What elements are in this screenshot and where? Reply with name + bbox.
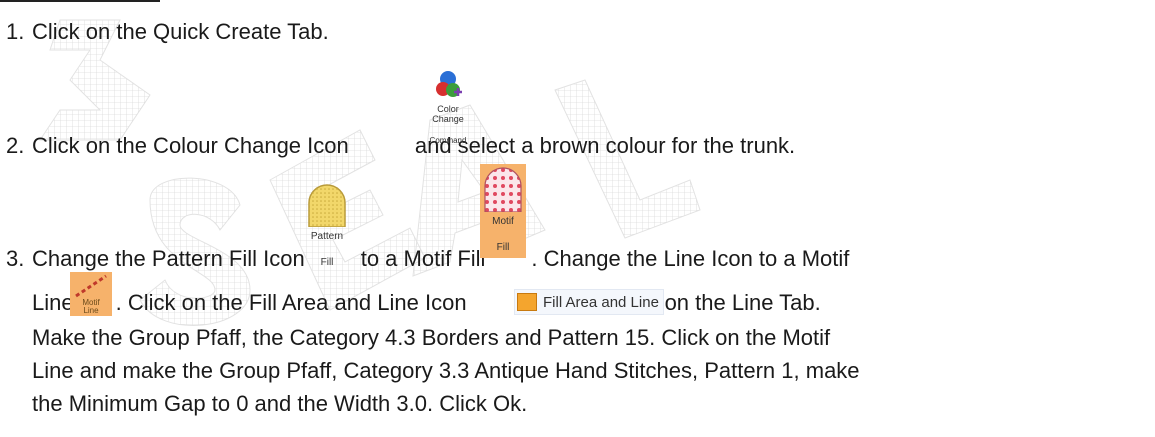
step-2: 2. Click on the Colour Change Icon and se…: [6, 131, 795, 161]
pattern-fill-label-1: Pattern: [310, 231, 344, 242]
fill-area-and-line-icon[interactable]: Fill Area and Line: [514, 289, 664, 315]
step-3-line-4: Line and make the Group Pfaff, Category …: [32, 358, 860, 383]
color-change-label-2: Change: [432, 114, 464, 124]
motif-line-stitch-icon: [75, 274, 107, 298]
step-3-line-2: Line . Click on the Fill Area and Line Ic…: [32, 287, 821, 319]
color-drops-icon: [436, 71, 462, 97]
motif-fill-label-1: Motif: [492, 216, 514, 227]
step-3-text-c: . Change the Line Icon to a Motif: [531, 246, 850, 271]
motif-line-icon[interactable]: Motif Line: [70, 272, 112, 316]
motif-line-label-2: Line: [83, 306, 99, 315]
pattern-fill-icon[interactable]: Pattern Fill: [305, 183, 349, 273]
color-change-label-1: Color: [437, 104, 459, 114]
step-3-number: 3.: [6, 246, 25, 271]
step-3-line-2-a: Line: [32, 290, 74, 315]
step-3-line-3: Make the Group Pfaff, the Category 4.3 B…: [32, 325, 831, 350]
top-rule: [0, 0, 160, 2]
motif-fill-label-2: Fill: [496, 242, 510, 253]
fill-area-square-icon: [517, 293, 537, 311]
step-3-line-2-b: . Click on the Fill Area and Line Icon: [115, 290, 467, 315]
motif-fill-icon[interactable]: Motif Fill: [480, 164, 526, 258]
step-2-text-a: Click on the Colour Change Icon: [32, 133, 349, 158]
color-change-label-3: Command: [429, 136, 467, 145]
step-3-text-a: Change the Pattern Fill Icon: [32, 246, 305, 271]
step-3-line-1: 3. Change the Pattern Fill Icon to a Motif…: [6, 244, 849, 274]
fill-area-and-line-label: Fill Area and Line: [543, 293, 659, 311]
pattern-fill-label-2: Fill: [320, 257, 334, 268]
motif-dome-icon: [484, 167, 522, 212]
step-3-line-5: the Minimum Gap to 0 and the Width 3.0. …: [32, 391, 528, 416]
step-3-text-b: to a Motif Fill: [360, 246, 486, 271]
pattern-dome-icon: [308, 184, 346, 227]
step-1-number: 1.: [6, 19, 25, 44]
step-1-text: Click on the Quick Create Tab.: [32, 19, 329, 44]
step-1: 1. Click on the Quick Create Tab.: [6, 17, 329, 47]
step-2-number: 2.: [6, 133, 25, 158]
color-change-command-icon[interactable]: Color Change Command: [418, 70, 478, 148]
